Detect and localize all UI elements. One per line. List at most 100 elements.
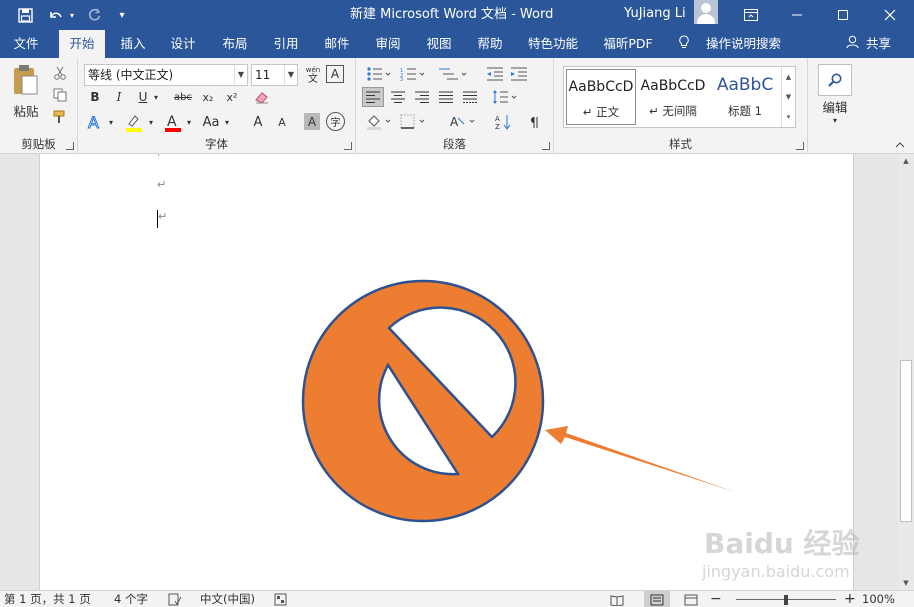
numbering-icon[interactable]: 123 (398, 64, 428, 84)
read-mode-icon[interactable] (610, 591, 626, 607)
paragraph-launcher-icon[interactable] (542, 142, 550, 150)
tab-foxit-pdf[interactable]: 福昕PDF (598, 30, 658, 58)
change-case-button[interactable]: Aa (200, 111, 222, 133)
web-layout-icon[interactable] (684, 591, 700, 607)
justify-icon[interactable] (435, 87, 457, 107)
gallery-more-icon[interactable]: ▾ (782, 107, 795, 127)
editing-button[interactable]: 编辑 (814, 98, 856, 115)
strikethrough-button[interactable]: abc (172, 87, 194, 107)
tab-help[interactable]: 帮助 (469, 30, 511, 58)
tab-layout[interactable]: 布局 (214, 30, 256, 58)
character-shading-button[interactable]: A (304, 113, 320, 130)
ribbon-display-options-icon[interactable] (728, 0, 774, 30)
text-effects-dropdown-icon[interactable]: ▾ (106, 111, 116, 133)
editing-dropdown-icon[interactable]: ▾ (828, 114, 842, 126)
chinese-layout-icon[interactable]: A (448, 111, 480, 133)
scroll-down-icon[interactable]: ▼ (898, 576, 914, 590)
zoom-out-icon[interactable]: − (710, 591, 722, 607)
save-icon[interactable] (10, 0, 40, 30)
scroll-up-icon[interactable]: ▲ (898, 154, 914, 168)
font-color-icon[interactable]: A (162, 111, 184, 133)
show-hide-marks-icon[interactable] (524, 111, 546, 133)
collapse-ribbon-icon[interactable] (892, 138, 908, 152)
tab-review[interactable]: 审阅 (367, 30, 409, 58)
zoom-slider-thumb[interactable] (784, 595, 788, 605)
proofing-icon[interactable] (168, 591, 182, 607)
font-name-combobox[interactable]: 等线 (中文正文) ▼ (84, 64, 248, 86)
grow-font-button[interactable]: A (248, 111, 268, 133)
zoom-level[interactable]: 100% (862, 591, 895, 607)
scroll-thumb[interactable] (900, 360, 912, 522)
increase-indent-icon[interactable] (508, 64, 530, 84)
gallery-scroll-down-icon[interactable]: ▼ (782, 87, 795, 107)
phonetic-guide-button[interactable]: wén 文 (304, 64, 322, 86)
highlight-icon[interactable] (122, 111, 146, 133)
avatar[interactable] (694, 0, 718, 24)
page-count[interactable]: 第 1 页，共 1 页 (4, 591, 91, 607)
user-name[interactable]: YuJiang Li (624, 0, 686, 30)
font-color-dropdown-icon[interactable]: ▾ (184, 111, 194, 133)
bold-button[interactable]: B (86, 87, 104, 107)
borders-icon[interactable] (398, 111, 428, 133)
font-size-dropdown-icon[interactable]: ▼ (284, 65, 297, 85)
underline-button[interactable]: U (134, 87, 152, 107)
shrink-font-button[interactable]: A (272, 111, 292, 133)
no-symbol-shape[interactable] (301, 279, 545, 523)
align-center-icon[interactable] (387, 87, 409, 107)
undo-icon[interactable] (44, 0, 66, 30)
clear-formatting-icon[interactable] (252, 87, 272, 107)
tab-references[interactable]: 引用 (265, 30, 307, 58)
style-normal[interactable]: AaBbCcD ↵ 正文 (566, 69, 636, 125)
redo-icon[interactable] (82, 0, 106, 30)
decrease-indent-icon[interactable] (484, 64, 506, 84)
share-button[interactable]: 共享 (846, 30, 891, 58)
cut-icon[interactable] (50, 64, 70, 82)
maximize-icon[interactable] (820, 0, 866, 30)
close-icon[interactable] (866, 0, 914, 30)
multilevel-list-icon[interactable] (436, 64, 470, 84)
underline-dropdown-icon[interactable]: ▾ (151, 87, 161, 107)
subscript-button[interactable]: x₂ (198, 87, 218, 107)
language-indicator[interactable]: 中文(中国) (200, 591, 255, 607)
vertical-scrollbar[interactable]: ▲ ▼ (898, 154, 914, 590)
paste-button[interactable]: 粘贴 (6, 64, 46, 120)
sort-icon[interactable]: AZ (492, 111, 516, 133)
tab-design[interactable]: 设计 (162, 30, 204, 58)
macro-record-icon[interactable] (274, 591, 288, 607)
format-painter-icon[interactable] (50, 108, 70, 126)
shading-icon[interactable] (364, 111, 394, 133)
minimize-icon[interactable] (774, 0, 820, 30)
customize-quick-access-icon[interactable]: ▾ (114, 0, 130, 30)
bullets-icon[interactable] (364, 64, 394, 84)
zoom-slider[interactable] (736, 591, 836, 607)
gallery-scroll-up-icon[interactable]: ▲ (782, 67, 795, 87)
highlight-dropdown-icon[interactable]: ▾ (146, 111, 156, 133)
print-layout-icon[interactable] (644, 591, 670, 607)
font-launcher-icon[interactable] (344, 142, 352, 150)
style-heading-1[interactable]: AaBbC 标题 1 (710, 69, 780, 125)
italic-button[interactable]: I (110, 87, 128, 107)
tab-home[interactable]: 开始 (59, 30, 105, 58)
tab-mailings[interactable]: 邮件 (316, 30, 358, 58)
distributed-icon[interactable] (459, 87, 481, 107)
style-no-spacing[interactable]: AaBbCcD ↵ 无间隔 (638, 69, 708, 125)
find-search-icon[interactable] (818, 64, 852, 96)
zoom-in-icon[interactable]: + (844, 591, 856, 607)
line-spacing-icon[interactable] (490, 87, 520, 107)
align-right-icon[interactable] (411, 87, 433, 107)
align-left-icon[interactable] (362, 87, 384, 107)
tab-special-features[interactable]: 特色功能 (524, 30, 582, 58)
tab-insert[interactable]: 插入 (112, 30, 154, 58)
styles-launcher-icon[interactable] (796, 142, 804, 150)
copy-icon[interactable] (50, 86, 70, 104)
tab-file[interactable]: 文件 (4, 30, 48, 58)
font-name-dropdown-icon[interactable]: ▼ (234, 65, 247, 85)
change-case-dropdown-icon[interactable]: ▾ (222, 111, 232, 133)
font-size-combobox[interactable]: 11 ▼ (251, 64, 298, 86)
tell-me-search[interactable]: 操作说明搜索 (678, 30, 781, 58)
enclose-characters-button[interactable]: 字 (326, 112, 345, 131)
clipboard-launcher-icon[interactable] (66, 142, 74, 150)
undo-dropdown-icon[interactable]: ▾ (66, 0, 78, 30)
character-border-button[interactable]: A (326, 65, 344, 83)
superscript-button[interactable]: x² (222, 87, 242, 107)
